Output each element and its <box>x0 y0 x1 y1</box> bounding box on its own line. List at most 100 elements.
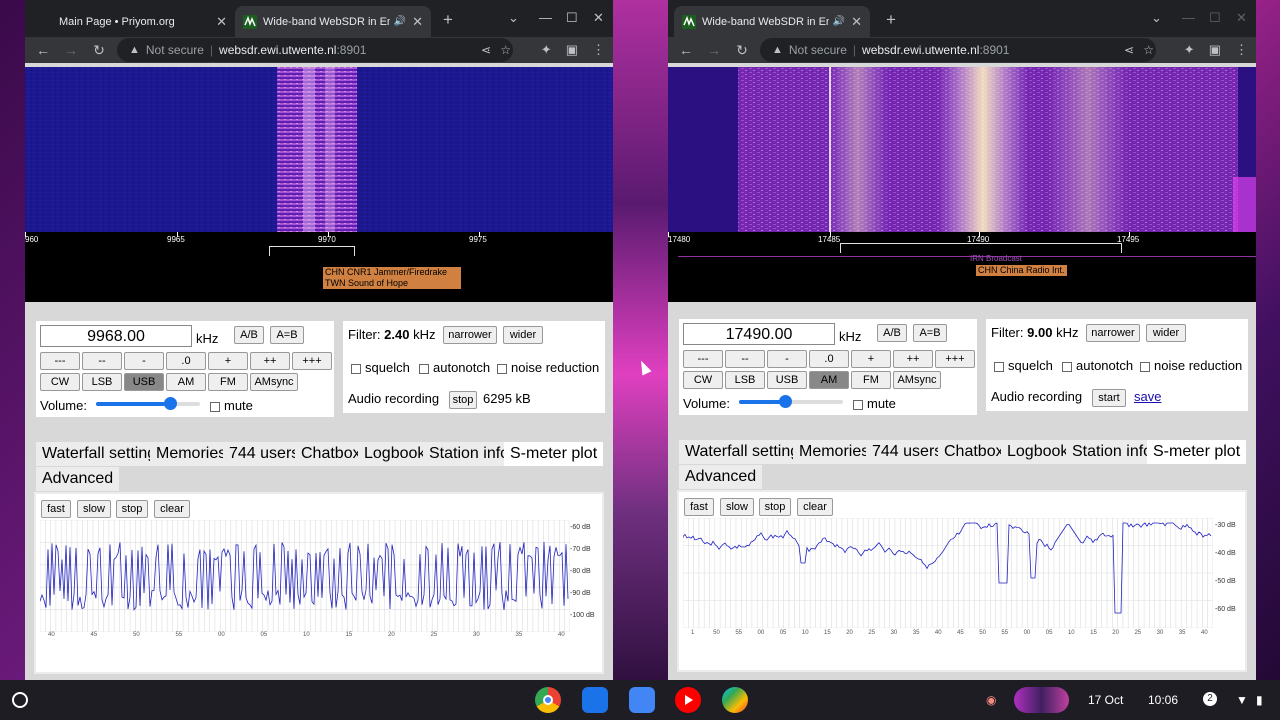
back-icon[interactable]: ← <box>29 42 57 58</box>
back-icon[interactable]: ← <box>672 42 700 58</box>
mode-cw-button[interactable]: CW <box>40 373 80 391</box>
round-button[interactable]: .0 <box>166 352 206 370</box>
mode-lsb-button[interactable]: LSB <box>82 373 122 391</box>
mode-am-button[interactable]: AM <box>809 371 849 389</box>
fast-button[interactable]: fast <box>684 498 714 516</box>
narrower-button[interactable]: narrower <box>443 326 497 344</box>
mute-checkbox[interactable]: mute <box>853 396 896 411</box>
mode-amsync-button[interactable]: AMsync <box>893 371 941 389</box>
mode-lsb-button[interactable]: LSB <box>725 371 765 389</box>
tab-advanced[interactable]: Advanced <box>36 467 120 491</box>
step-up-2-button[interactable]: ++ <box>893 350 933 368</box>
stop-button[interactable]: stop <box>759 498 791 516</box>
tab-priyom[interactable]: Main Page • Priyom.org ✕ <box>45 6 235 37</box>
mode-amsync-button[interactable]: AMsync <box>250 373 298 391</box>
share-icon[interactable]: ⋖ <box>1124 43 1134 57</box>
chevron-down-icon[interactable]: ⌄ <box>1151 10 1162 26</box>
tab-chatbox[interactable]: Chatbox <box>295 442 367 466</box>
round-button[interactable]: .0 <box>809 350 849 368</box>
waterfall-display[interactable] <box>25 67 613 232</box>
share-icon[interactable]: ⋖ <box>481 43 491 57</box>
minimize-icon[interactable]: — <box>1182 10 1195 25</box>
step-down-2-button[interactable]: -- <box>82 352 122 370</box>
maximize-icon[interactable]: ☐ <box>1209 10 1221 26</box>
volume-slider[interactable] <box>739 395 843 408</box>
mode-cw-button[interactable]: CW <box>683 371 723 389</box>
step-up-3-button[interactable]: +++ <box>935 350 975 368</box>
volume-thumb[interactable] <box>164 397 177 410</box>
waterfall-display[interactable] <box>668 67 1256 232</box>
menu-icon[interactable]: ⋮ <box>592 42 605 58</box>
volume-thumb[interactable] <box>779 395 792 408</box>
ab-button[interactable]: A/B <box>877 324 907 342</box>
date[interactable]: 17 Oct <box>1088 693 1123 707</box>
youtube-icon[interactable] <box>675 687 701 713</box>
frequency-scale[interactable]: 960 9965 9970 9975 CHN CNR1 Jammer/Fired… <box>25 232 613 302</box>
forward-icon[interactable]: → <box>57 42 85 58</box>
tab-station-info[interactable]: Station info <box>1066 440 1159 464</box>
close-icon[interactable]: ✕ <box>216 14 227 30</box>
narrower-button[interactable]: narrower <box>1086 324 1140 342</box>
new-tab-icon[interactable]: + <box>443 10 453 30</box>
reload-icon[interactable]: ↻ <box>85 42 113 59</box>
chevron-down-icon[interactable]: ⌄ <box>508 10 519 26</box>
extensions-icon[interactable]: ✦ <box>541 42 552 58</box>
holding-space-icon[interactable] <box>1014 687 1069 713</box>
mode-fm-button[interactable]: FM <box>851 371 891 389</box>
recording-stop-button[interactable]: stop <box>449 391 477 409</box>
recording-start-button[interactable]: start <box>1092 389 1126 407</box>
station-label[interactable]: IRN Broadcast <box>968 253 1024 264</box>
bookmark-star-icon[interactable]: ☆ <box>500 43 511 57</box>
close-icon[interactable]: ✕ <box>412 14 423 30</box>
side-panel-icon[interactable]: ▣ <box>1209 42 1221 58</box>
frequency-input[interactable]: 17490.00 <box>683 323 835 345</box>
stop-button[interactable]: stop <box>116 500 148 518</box>
slow-button[interactable]: slow <box>77 500 111 518</box>
docs-icon[interactable] <box>629 687 655 713</box>
fast-button[interactable]: fast <box>41 500 71 518</box>
mode-fm-button[interactable]: FM <box>208 373 248 391</box>
wider-button[interactable]: wider <box>503 326 543 344</box>
play-store-icon[interactable] <box>722 687 748 713</box>
step-down-3-button[interactable]: --- <box>40 352 80 370</box>
clear-button[interactable]: clear <box>154 500 190 518</box>
noise-reduction-checkbox[interactable]: noise reduction <box>497 360 599 375</box>
battery-icon[interactable]: ▮ <box>1256 693 1263 707</box>
step-down-1-button[interactable]: - <box>767 350 807 368</box>
mode-am-button[interactable]: AM <box>166 373 206 391</box>
tab-advanced[interactable]: Advanced <box>679 465 763 489</box>
bookmark-star-icon[interactable]: ☆ <box>1143 43 1154 57</box>
autonotch-checkbox[interactable]: autonotch <box>419 360 490 375</box>
slow-button[interactable]: slow <box>720 498 754 516</box>
address-bar[interactable]: ▲ Not secure | websdr.ewi.utwente.nl :89… <box>117 38 513 62</box>
step-up-1-button[interactable]: + <box>851 350 891 368</box>
a-equals-b-button[interactable]: A=B <box>913 324 947 342</box>
tab-websdr[interactable]: Wide-band WebSDR in Enschede 🔊 ✕ <box>235 6 431 37</box>
autonotch-checkbox[interactable]: autonotch <box>1062 358 1133 373</box>
tab-logbook[interactable]: Logbook <box>358 442 432 466</box>
minimize-icon[interactable]: — <box>539 10 552 25</box>
wider-button[interactable]: wider <box>1146 324 1186 342</box>
step-down-1-button[interactable]: - <box>124 352 164 370</box>
clock[interactable]: 10:06 <box>1148 693 1178 707</box>
menu-icon[interactable]: ⋮ <box>1235 42 1248 58</box>
save-link[interactable]: save <box>1134 389 1161 404</box>
frequency-input[interactable]: 9968.00 <box>40 325 192 347</box>
volume-slider[interactable] <box>96 397 200 410</box>
station-label[interactable]: CHN CNR1 Jammer/Firedrake TWN Sound of H… <box>323 267 461 289</box>
squelch-checkbox[interactable]: squelch <box>351 360 410 375</box>
clear-button[interactable]: clear <box>797 498 833 516</box>
tab-s-meter-plot[interactable]: S-meter plot <box>1147 440 1247 464</box>
mode-usb-button[interactable]: USB <box>124 373 164 391</box>
tab-s-meter-plot[interactable]: S-meter plot <box>504 442 604 466</box>
step-down-3-button[interactable]: --- <box>683 350 723 368</box>
side-panel-icon[interactable]: ▣ <box>566 42 578 58</box>
tab-users[interactable]: 744 users <box>866 440 949 464</box>
tab-logbook[interactable]: Logbook <box>1001 440 1075 464</box>
noise-reduction-checkbox[interactable]: noise reduction <box>1140 358 1242 373</box>
screen-record-icon[interactable]: ◉ <box>986 693 996 707</box>
speaker-icon[interactable]: 🔊 <box>394 16 406 27</box>
mode-usb-button[interactable]: USB <box>767 371 807 389</box>
tab-memories[interactable]: Memories <box>150 442 233 466</box>
chrome-icon[interactable] <box>535 687 561 713</box>
